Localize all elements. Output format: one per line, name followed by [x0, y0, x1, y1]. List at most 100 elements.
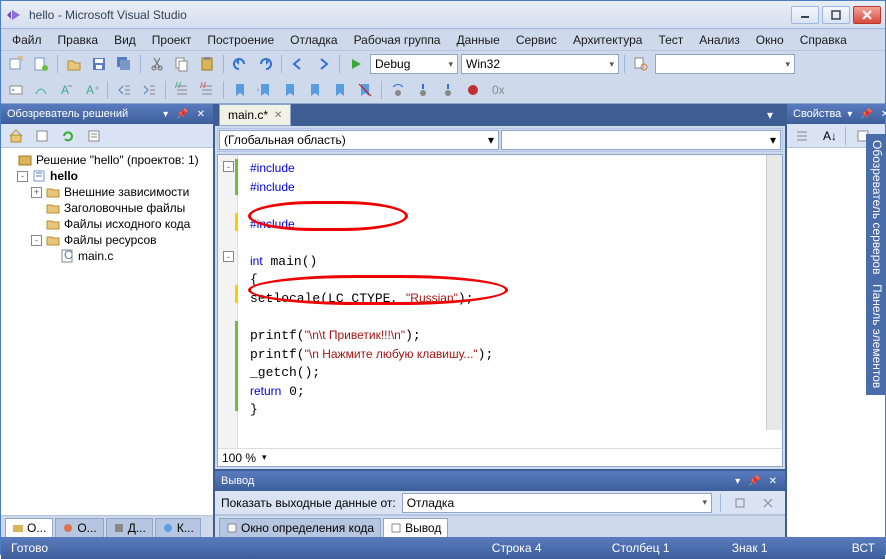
- pin-icon[interactable]: 📌: [746, 476, 762, 487]
- menu-team[interactable]: Рабочая группа: [347, 31, 448, 49]
- menu-tools[interactable]: Сервис: [509, 31, 564, 49]
- folder-external[interactable]: +Внешние зависимости: [3, 184, 211, 200]
- menu-view[interactable]: Вид: [107, 31, 143, 49]
- bookmark-toggle-icon[interactable]: [229, 79, 251, 101]
- tab-solution-explorer[interactable]: О...: [5, 518, 53, 537]
- close-panel-icon[interactable]: ✕: [767, 476, 779, 487]
- maximize-button[interactable]: [822, 6, 850, 24]
- outline-collapse-icon[interactable]: -: [223, 251, 234, 262]
- menu-build[interactable]: Построение: [200, 31, 281, 49]
- output-source-combo[interactable]: Отладка▾: [402, 493, 712, 513]
- platform-combo[interactable]: Win32▾: [461, 54, 619, 74]
- clear-icon[interactable]: [757, 492, 779, 514]
- tab-toolbox[interactable]: Панель элементов: [868, 284, 884, 388]
- paste-icon[interactable]: [196, 53, 218, 75]
- bookmark-clear-icon[interactable]: [354, 79, 376, 101]
- nav-forward-icon[interactable]: [312, 53, 334, 75]
- menu-architecture[interactable]: Архитектура: [566, 31, 650, 49]
- nav-back-icon[interactable]: [287, 53, 309, 75]
- bookmark-next-folder-icon[interactable]: [329, 79, 351, 101]
- tab-team-explorer[interactable]: К...: [155, 518, 201, 537]
- breakpoints-window-icon[interactable]: [462, 79, 484, 101]
- bookmark-prev-folder-icon[interactable]: [304, 79, 326, 101]
- menubar: Файл Правка Вид Проект Построение Отладк…: [1, 29, 885, 51]
- copy-icon[interactable]: [171, 53, 193, 75]
- save-all-icon[interactable]: [113, 53, 135, 75]
- show-hints-icon[interactable]: [5, 79, 27, 101]
- hex-icon[interactable]: 0x: [487, 79, 509, 101]
- tab-main-c[interactable]: main.c*✕: [219, 104, 291, 126]
- file-main-c[interactable]: Cmain.c: [3, 248, 211, 264]
- show-all-icon[interactable]: [31, 125, 53, 147]
- config-combo[interactable]: Debug▾: [370, 54, 458, 74]
- tab-property-mgr[interactable]: Д...: [106, 518, 153, 537]
- param-info-icon[interactable]: [30, 79, 52, 101]
- menu-test[interactable]: Тест: [651, 31, 690, 49]
- bookmark-next-icon[interactable]: [279, 79, 301, 101]
- close-panel-icon[interactable]: ✕: [195, 109, 207, 120]
- panel-menu-icon[interactable]: ▾: [733, 476, 742, 487]
- member-combo[interactable]: ▾: [501, 130, 781, 150]
- menu-analyze[interactable]: Анализ: [692, 31, 747, 49]
- sort-icon[interactable]: A↓: [817, 125, 839, 147]
- refresh-icon[interactable]: [57, 125, 79, 147]
- cut-icon[interactable]: [146, 53, 168, 75]
- folder-headers[interactable]: Заголовочные файлы: [3, 200, 211, 216]
- folder-resources[interactable]: -Файлы ресурсов: [3, 232, 211, 248]
- pin-icon[interactable]: 📌: [858, 109, 874, 120]
- comment-icon[interactable]: //: [171, 79, 193, 101]
- panel-menu-icon[interactable]: ▾: [845, 109, 854, 120]
- tab-class-view[interactable]: О...: [55, 518, 103, 537]
- close-tab-icon[interactable]: ✕: [274, 110, 282, 121]
- outline-collapse-icon[interactable]: -: [223, 161, 234, 172]
- indent-less-icon[interactable]: [113, 79, 135, 101]
- menu-debug[interactable]: Отладка: [283, 31, 344, 49]
- menu-edit[interactable]: Правка: [51, 31, 106, 49]
- step-out-icon[interactable]: [437, 79, 459, 101]
- step-into-icon[interactable]: [412, 79, 434, 101]
- project-node[interactable]: -hello: [3, 168, 211, 184]
- categorize-icon[interactable]: [791, 125, 813, 147]
- indent-more-icon[interactable]: [138, 79, 160, 101]
- tabs-menu-icon[interactable]: ▾: [759, 104, 781, 126]
- new-project-icon[interactable]: [5, 53, 27, 75]
- save-icon[interactable]: [88, 53, 110, 75]
- menu-data[interactable]: Данные: [449, 31, 506, 49]
- tab-server-explorer[interactable]: Обозреватель серверов: [868, 140, 884, 274]
- panel-menu-icon[interactable]: ▾: [161, 109, 170, 120]
- minimize-button[interactable]: [791, 6, 819, 24]
- scrollbar-vertical[interactable]: [766, 155, 782, 430]
- code-area[interactable]: - - #include #include #include int main(…: [218, 155, 782, 448]
- menu-help[interactable]: Справка: [793, 31, 854, 49]
- step-over-icon[interactable]: [387, 79, 409, 101]
- solution-node[interactable]: Решение "hello" (проектов: 1): [3, 152, 211, 168]
- word-complete-icon[interactable]: A⁺: [80, 79, 102, 101]
- expand-icon[interactable]: +: [31, 187, 42, 198]
- collapse-icon[interactable]: -: [17, 171, 28, 182]
- start-debug-icon[interactable]: [345, 53, 367, 75]
- menu-project[interactable]: Проект: [145, 31, 199, 49]
- search-combo[interactable]: ▾: [655, 54, 795, 74]
- chevron-down-icon[interactable]: ▾: [262, 452, 267, 463]
- quick-info-icon[interactable]: A: [55, 79, 77, 101]
- menu-window[interactable]: Окно: [749, 31, 791, 49]
- scope-combo[interactable]: (Глобальная область)▾: [219, 130, 499, 150]
- home-icon[interactable]: [5, 125, 27, 147]
- tab-code-definition[interactable]: Окно определения кода: [219, 518, 381, 537]
- undo-icon[interactable]: [229, 53, 251, 75]
- uncomment-icon[interactable]: //: [196, 79, 218, 101]
- find-in-files-icon[interactable]: [630, 53, 652, 75]
- close-button[interactable]: [853, 6, 881, 24]
- properties-icon[interactable]: [83, 125, 105, 147]
- open-icon[interactable]: [63, 53, 85, 75]
- tab-output[interactable]: Вывод: [383, 518, 448, 537]
- add-item-icon[interactable]: [30, 53, 52, 75]
- collapse-icon[interactable]: -: [31, 235, 42, 246]
- bookmark-prev-icon[interactable]: [254, 79, 276, 101]
- pin-icon[interactable]: 📌: [174, 109, 190, 120]
- redo-icon[interactable]: [254, 53, 276, 75]
- close-panel-icon[interactable]: ✕: [879, 109, 886, 120]
- menu-file[interactable]: Файл: [5, 31, 49, 49]
- folder-source[interactable]: Файлы исходного кода: [3, 216, 211, 232]
- goto-message-icon[interactable]: [729, 492, 751, 514]
